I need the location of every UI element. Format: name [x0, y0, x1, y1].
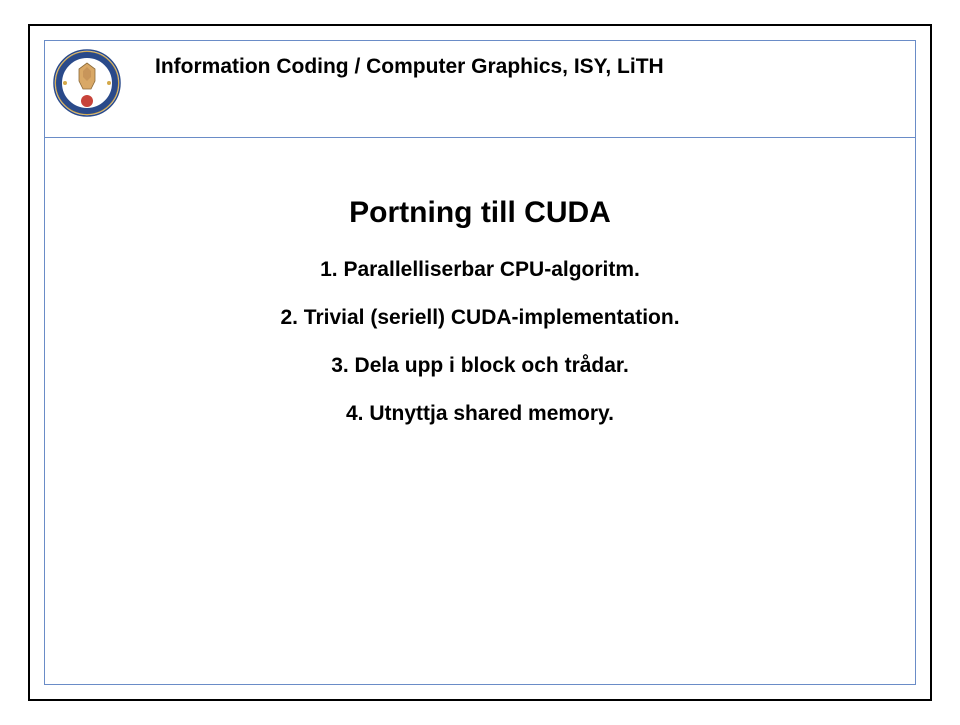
slide-title: Portning till CUDA [45, 196, 915, 230]
bullet-item-2: 2. Trivial (seriell) CUDA-implementation… [45, 306, 915, 330]
inner-frame: Information Coding / Computer Graphics, … [44, 40, 916, 685]
bullet-item-1: 1. Parallelliserbar CPU-algoritm. [45, 258, 915, 282]
header-area: Information Coding / Computer Graphics, … [45, 41, 915, 137]
logo-icon [53, 49, 121, 117]
header-title: Information Coding / Computer Graphics, … [155, 55, 664, 79]
bullet-item-3: 3. Dela upp i block och trådar. [45, 354, 915, 378]
content-area: Portning till CUDA 1. Parallelliserbar C… [45, 138, 915, 684]
outer-frame: Information Coding / Computer Graphics, … [28, 24, 932, 701]
bullet-item-4: 4. Utnyttja shared memory. [45, 402, 915, 426]
